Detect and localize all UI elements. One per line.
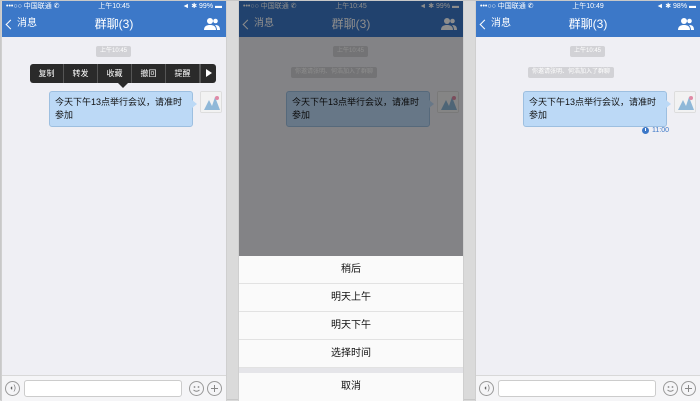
sheet-option-tomorrow-morning[interactable]: 明天上午	[239, 284, 463, 312]
menu-pointer	[118, 83, 128, 88]
message-context-menu: 复制 转发 收藏 撤回 提醒	[30, 64, 216, 83]
group-members-icon[interactable]	[678, 17, 694, 31]
nav-bar: 消息 群聊(3)	[476, 12, 700, 37]
message-bubble[interactable]: 今天下午13点举行会议，请准时参加	[49, 91, 197, 127]
screenshot-frame: •••○○ 中国联通 ✆ 上午10:45 ◄ ✱ 99% ▬ 消息 群聊(3) …	[0, 0, 700, 401]
chat-title: 群聊(3)	[568, 17, 608, 31]
group-members-icon[interactable]	[204, 17, 220, 31]
system-note: 你邀请张明、何浩加入了群聊	[528, 67, 615, 78]
input-toolbar: ◖)	[476, 375, 700, 401]
avatar-image-icon	[675, 92, 695, 112]
plus-icon[interactable]	[681, 381, 696, 396]
reminder-action-sheet: 稍后 明天上午 明天下午 选择时间 取消	[239, 256, 463, 401]
message-input[interactable]	[498, 380, 656, 397]
sheet-cancel-button[interactable]: 取消	[239, 373, 463, 401]
avatar[interactable]	[200, 91, 222, 113]
nav-bar: 消息 群聊(3)	[2, 12, 226, 37]
menu-item-favorite[interactable]: 收藏	[98, 64, 132, 83]
emoji-icon[interactable]	[189, 381, 204, 396]
dim-overlay[interactable]	[239, 1, 463, 256]
battery-label: ◄ ✱ 98% ▬	[656, 3, 696, 10]
plus-icon[interactable]	[207, 381, 222, 396]
phone-screen-reminder-set: •••○○ 中国联通 ✆ 上午10:49 ◄ ✱ 98% ▬ 消息 群聊(3) …	[475, 1, 700, 401]
menu-item-copy[interactable]: 复制	[30, 64, 64, 83]
menu-item-remind[interactable]: 提醒	[166, 64, 200, 83]
voice-icon[interactable]: ◖)	[479, 381, 494, 396]
reminder-indicator[interactable]: 11:00	[642, 127, 669, 134]
clock-icon	[642, 127, 649, 134]
sheet-option-tomorrow-afternoon[interactable]: 明天下午	[239, 312, 463, 340]
menu-more-arrow-icon[interactable]	[200, 64, 216, 83]
emoji-icon[interactable]	[663, 381, 678, 396]
reminder-time: 11:00	[652, 127, 669, 134]
menu-item-recall[interactable]: 撤回	[132, 64, 166, 83]
menu-item-forward[interactable]: 转发	[64, 64, 98, 83]
input-toolbar: ◖)	[2, 375, 226, 401]
avatar-image-icon	[201, 92, 221, 112]
message-timestamp: 上午10:45	[96, 46, 132, 57]
message-timestamp: 上午10:45	[570, 46, 606, 57]
phone-screen-context-menu: •••○○ 中国联通 ✆ 上午10:45 ◄ ✱ 99% ▬ 消息 群聊(3) …	[1, 1, 227, 401]
message-input[interactable]	[24, 380, 182, 397]
message-bubble[interactable]: 今天下午13点举行会议，请准时参加	[523, 91, 671, 127]
phone-screen-action-sheet: •••○○ 中国联通 ✆ 上午10:45 ◄ ✱ 99% ▬ 消息 群聊(3) …	[238, 1, 464, 401]
sheet-option-later[interactable]: 稍后	[239, 256, 463, 284]
battery-label: ◄ ✱ 99% ▬	[182, 3, 222, 10]
chat-title: 群聊(3)	[94, 17, 134, 31]
status-bar: •••○○ 中国联通 ✆ 上午10:45 ◄ ✱ 99% ▬	[2, 1, 226, 12]
sheet-option-choose-time[interactable]: 选择时间	[239, 340, 463, 368]
avatar[interactable]	[674, 91, 696, 113]
voice-icon[interactable]: ◖)	[5, 381, 20, 396]
status-bar: •••○○ 中国联通 ✆ 上午10:49 ◄ ✱ 98% ▬	[476, 1, 700, 12]
